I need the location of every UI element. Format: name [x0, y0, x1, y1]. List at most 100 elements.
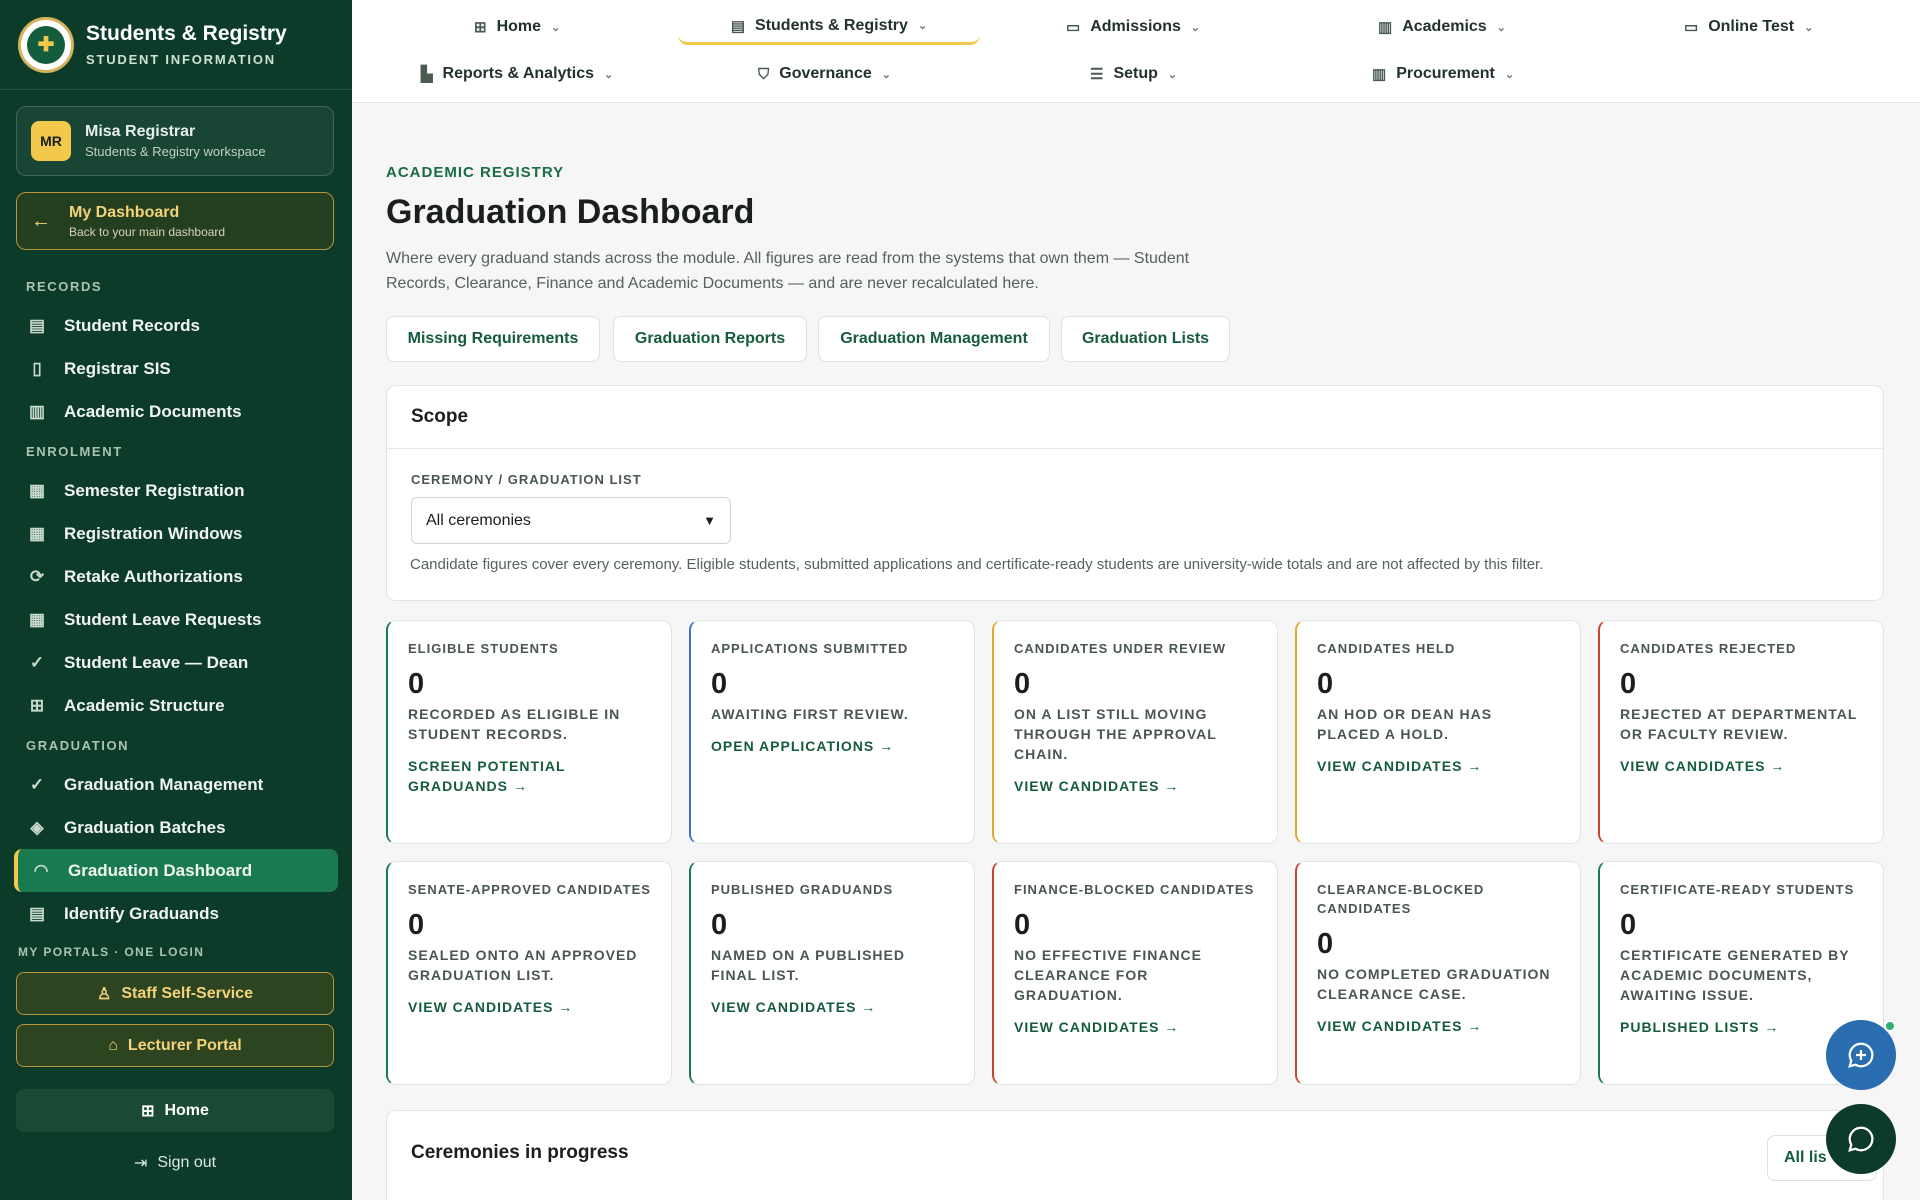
sidebar-item-academic-structure[interactable]: ⊞ Academic Structure [0, 684, 338, 727]
stat-card-candidates-under-review: Candidates Under Review 0 On a list still … [992, 620, 1278, 844]
sidebar-item-student-leave-requests[interactable]: ▦ Student Leave Requests [0, 598, 338, 641]
sidebar-item-semester-registration[interactable]: ▦ Semester Registration [0, 469, 338, 512]
stat-label: Candidates Held [1317, 641, 1456, 656]
portals-label: MY PORTALS · ONE LOGIN [18, 945, 205, 959]
graduation-management-button[interactable]: Graduation Management [818, 316, 1050, 362]
sidebar-item-graduation-management[interactable]: ✓ Graduation Management [0, 763, 338, 806]
sidebar-item-label: Academic Structure [64, 695, 225, 715]
lecturer-portal-label: Lecturer Portal [127, 1036, 242, 1054]
stat-link[interactable]: Open applications → [711, 736, 954, 756]
user-card[interactable]: MR Misa Registrar Students & Registry wo… [16, 106, 334, 176]
sidebar-section-label: GRADUATION [26, 737, 130, 753]
topnav-students-registry[interactable]: ▤ Students & Registry ⌄ [678, 9, 980, 45]
hierarchy-icon: ⊞ [29, 695, 45, 715]
stat-link[interactable]: View candidates → [408, 997, 651, 1017]
stat-value: 0 [408, 668, 425, 700]
id-card-icon: ▤ [28, 903, 46, 923]
sidebar-item-registration-windows[interactable]: ▦ Registration Windows [0, 512, 338, 555]
stat-link[interactable]: Screen potential graduands → [408, 756, 651, 796]
stat-description: Certificate generated by Academic Docume… [1620, 947, 1850, 1003]
user-icon: ♙ [97, 985, 112, 1003]
sidebar-item-student-records[interactable]: ▤ Student Records [0, 304, 338, 347]
topnav-label: Students & Registry [755, 16, 908, 34]
stat-link[interactable]: View candidates → [1014, 1017, 1257, 1037]
stat-value: 0 [408, 909, 425, 941]
id-card-icon: ▤ [28, 315, 46, 335]
topnav-academics[interactable]: ▥ Academics ⌄ [1378, 9, 1506, 45]
sidebar-item-label: Semester Registration [64, 480, 245, 500]
stat-link[interactable]: View candidates → [711, 997, 954, 1017]
inbox-icon: ▭ [1066, 19, 1081, 36]
bar-chart-icon: ▙ [421, 66, 433, 83]
stat-label: Candidates Under Review [1014, 641, 1226, 656]
sidebar-item-graduation-batches[interactable]: ◈ Graduation Batches [0, 806, 338, 849]
clipboard-icon: ▥ [1372, 66, 1387, 83]
sign-out-button[interactable]: ⇥ Sign out [16, 1148, 334, 1178]
stat-label: Certificate-Ready Students [1620, 882, 1855, 897]
topnav-home[interactable]: ⊞ Home ⌄ [474, 9, 560, 45]
book-icon: ▯ [32, 358, 42, 378]
topnav-reports-analytics[interactable]: ▙ Reports & Analytics ⌄ [421, 56, 613, 92]
sign-out-icon: ⇥ [133, 1155, 148, 1172]
stat-value: 0 [711, 668, 728, 700]
stat-card-candidates-held: Candidates Held 0 An HOD or Dean has place… [1295, 620, 1581, 844]
stat-label: Eligible Students [408, 641, 559, 656]
stat-label: Candidates Rejected [1620, 641, 1797, 656]
topnav-setup[interactable]: ☰ Setup ⌄ [1090, 56, 1177, 92]
grid-icon: ⊞ [141, 1102, 155, 1120]
stat-value: 0 [1014, 668, 1031, 700]
shield-icon: ⛉ [758, 65, 770, 83]
stat-link[interactable]: View candidates → [1317, 1016, 1560, 1036]
sidebar-item-student-leave-dean[interactable]: ✓ Student Leave — Dean [0, 641, 338, 684]
topnav-label: Admissions [1090, 18, 1181, 35]
sidebar-home-label: Home [164, 1101, 209, 1119]
staff-self-service-button[interactable]: ♙ Staff Self-Service [16, 972, 334, 1015]
graduation-reports-button[interactable]: Graduation Reports [613, 316, 807, 362]
topnav-online-test[interactable]: ▭ Online Test ⌄ [1684, 9, 1813, 45]
topnav-governance[interactable]: ⛉ Governance ⌄ [758, 56, 891, 92]
top-navigation: ⊞ Home ⌄ ▤ Students & Registry ⌄ ▭ Admissions ⌄ ▥… [352, 0, 1920, 103]
sidebar-section-label: ENROLMENT [26, 443, 123, 459]
sidebar-item-label: Student Records [64, 315, 201, 335]
ceremonies-panel: Ceremonies in progress All lis [386, 1110, 1884, 1200]
scope-title: Scope [387, 386, 1883, 449]
topnav-label: Procurement [1396, 65, 1495, 82]
stat-label: Finance-Blocked Candidates [1014, 882, 1255, 897]
sidebar-item-registrar-sis[interactable]: ▯ Registrar SIS [0, 347, 338, 390]
missing-requirements-button[interactable]: Missing Requirements [386, 316, 600, 362]
clipboard-icon: ▥ [1378, 19, 1393, 36]
sidebar: ✚ Students & Registry STUDENT INFORMATIO… [0, 0, 352, 1200]
stat-link[interactable]: View candidates → [1317, 756, 1560, 776]
stat-link[interactable]: Published lists → [1620, 1017, 1863, 1037]
my-dashboard-title: My Dashboard [69, 203, 180, 221]
graduation-lists-button[interactable]: Graduation Lists [1061, 316, 1230, 362]
brand-header: ✚ Students & Registry STUDENT INFORMATIO… [0, 0, 352, 90]
ceremony-select-label: CEREMONY / GRADUATION LIST [411, 472, 642, 487]
ceremonies-title: Ceremonies in progress [411, 1142, 629, 1163]
online-indicator [1884, 1020, 1896, 1032]
topnav-admissions[interactable]: ▭ Admissions ⌄ [1066, 9, 1200, 45]
stat-link[interactable]: View candidates → [1620, 756, 1863, 776]
user-name: Misa Registrar [85, 123, 196, 140]
topnav-procurement[interactable]: ▥ Procurement ⌄ [1372, 56, 1514, 92]
chat-fab[interactable] [1826, 1104, 1896, 1174]
stat-link[interactable]: View candidates → [1014, 776, 1257, 796]
stat-description: No completed graduation clearance case. [1317, 966, 1551, 1002]
sidebar-item-graduation-dashboard[interactable]: ◠ Graduation Dashboard [14, 849, 338, 892]
sidebar-section-label: RECORDS [26, 278, 103, 294]
layers-icon: ◈ [30, 817, 44, 837]
id-card-icon: ▤ [730, 17, 746, 35]
assistant-fab[interactable] [1826, 1020, 1896, 1090]
calendar-check-icon: ▦ [28, 480, 46, 500]
lecturer-portal-button[interactable]: ⌂ Lecturer Portal [16, 1024, 334, 1067]
sidebar-item-academic-documents[interactable]: ▥ Academic Documents [0, 390, 338, 433]
topnav-label: Governance [779, 65, 872, 82]
sidebar-nav[interactable]: RECORDS ▤ Student Records ▯ Registrar SIS ▥ Ac… [0, 268, 352, 928]
sidebar-item-retake-authorizations[interactable]: ⟳ Retake Authorizations [0, 555, 338, 598]
my-dashboard-button[interactable]: ← My Dashboard Back to your main dashboa… [16, 192, 334, 250]
chevron-down-icon: ⌄ [917, 20, 928, 32]
ceremony-select[interactable]: All ceremonies ▼ [411, 497, 731, 544]
sidebar-item-identify-graduands[interactable]: ▤ Identify Graduands [0, 892, 338, 928]
sidebar-home-button[interactable]: ⊞ Home [16, 1089, 334, 1132]
stat-value: 0 [1620, 909, 1637, 941]
